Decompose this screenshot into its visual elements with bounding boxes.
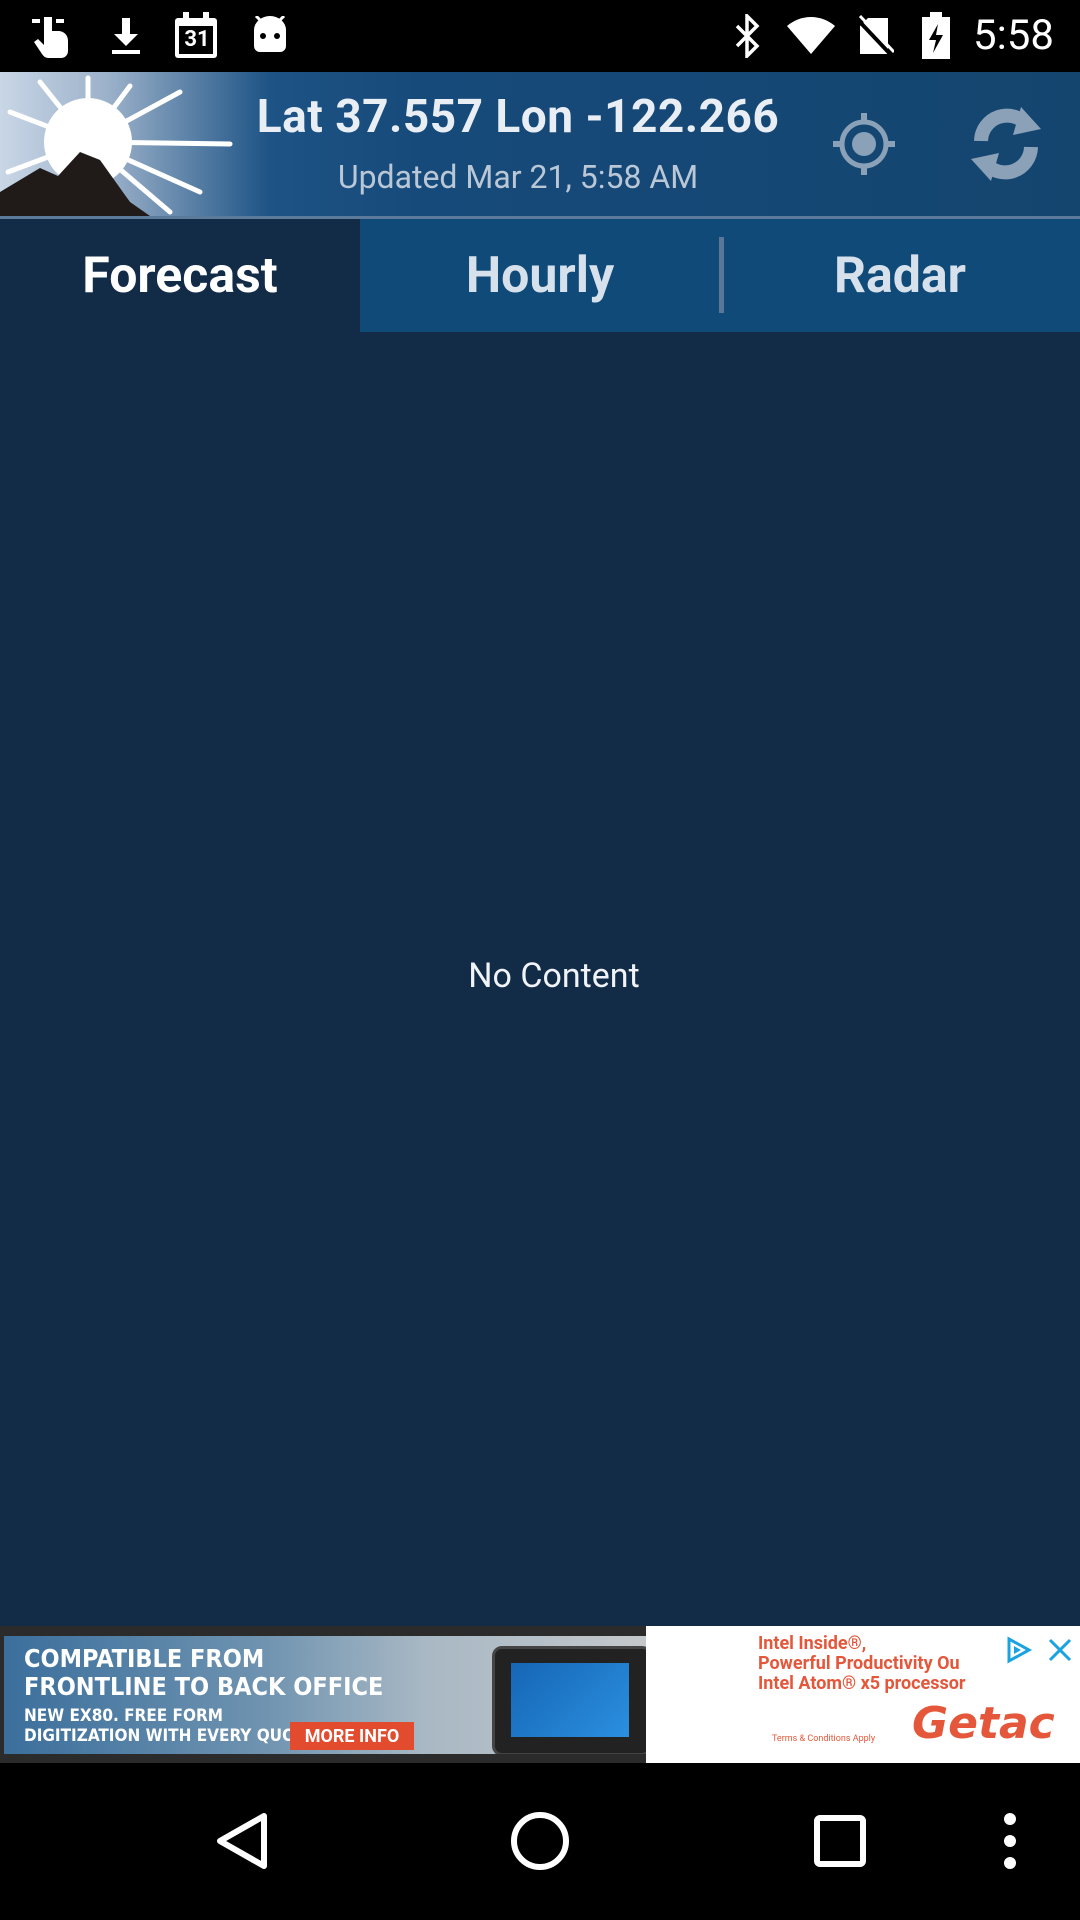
download-icon	[104, 12, 148, 60]
tab-forecast[interactable]: Forecast	[0, 219, 360, 332]
android-icon	[248, 12, 292, 60]
ad-headline-1: COMPATIBLE FROM	[24, 1644, 265, 1673]
close-icon[interactable]	[1046, 1636, 1074, 1668]
ad-subline-1: NEW EX80. FREE FORM	[24, 1706, 224, 1726]
status-bar: 31 5:58	[0, 0, 1080, 72]
location-title: Lat 37.557 Lon -122.266	[256, 90, 780, 144]
ad-brand-logo: Getac	[912, 1698, 1055, 1749]
more-icon[interactable]	[980, 1801, 1040, 1881]
no-sim-icon	[856, 12, 896, 60]
calendar-icon: 31	[172, 12, 220, 60]
tab-bar: Forecast Hourly Radar	[0, 219, 1080, 332]
ad-tablet-screen	[511, 1663, 629, 1737]
back-icon[interactable]	[202, 1801, 282, 1881]
battery-charging-icon	[918, 12, 954, 60]
home-icon[interactable]	[500, 1801, 580, 1881]
app-logo-sun-mountain-icon	[0, 72, 240, 216]
wifi-icon	[786, 12, 836, 60]
tab-hourly-label: Hourly	[465, 246, 615, 305]
tab-radar-label: Radar	[833, 246, 966, 305]
tab-radar[interactable]: Radar	[720, 219, 1080, 332]
ad-more-info-button[interactable]: MORE INFO	[290, 1722, 414, 1750]
recents-icon[interactable]	[800, 1801, 880, 1881]
ad-headline-2: FRONTLINE TO BACK OFFICE	[24, 1672, 384, 1701]
touch-icon	[28, 12, 76, 60]
refresh-icon[interactable]	[956, 94, 1056, 194]
tab-forecast-label: Forecast	[82, 246, 278, 305]
tab-divider	[719, 237, 724, 313]
ad-copy-panel[interactable]: Intel Inside®, Powerful Productivity Ou …	[646, 1626, 1080, 1763]
ad-intel-line-3: Intel Atom® x5 processor	[758, 1673, 966, 1694]
ad-banner[interactable]: COMPATIBLE FROM FRONTLINE TO BACK OFFICE…	[0, 1626, 1080, 1763]
empty-state-message: No Content	[468, 956, 640, 996]
ad-image-panel[interactable]: COMPATIBLE FROM FRONTLINE TO BACK OFFICE…	[4, 1636, 646, 1754]
clock-time: 5:58	[973, 11, 1054, 60]
ad-terms-text: Terms & Conditions Apply	[772, 1734, 876, 1744]
ad-choices-group	[996, 1632, 1080, 1672]
my-location-icon[interactable]	[814, 94, 914, 194]
calendar-day-text: 31	[184, 27, 210, 52]
forecast-content: No Content	[0, 332, 1080, 1626]
bluetooth-icon	[730, 12, 766, 60]
system-nav-bar	[0, 1763, 1080, 1920]
app-header: Lat 37.557 Lon -122.266 Updated Mar 21, …	[0, 72, 1080, 219]
tab-hourly[interactable]: Hourly	[360, 219, 720, 332]
updated-timestamp: Updated Mar 21, 5:58 AM	[337, 158, 699, 196]
adchoices-icon[interactable]	[1003, 1635, 1033, 1669]
ad-subline-2: DIGITIZATION WITH EVERY QUOTE	[24, 1726, 316, 1746]
ad-tablet-image	[492, 1646, 646, 1754]
